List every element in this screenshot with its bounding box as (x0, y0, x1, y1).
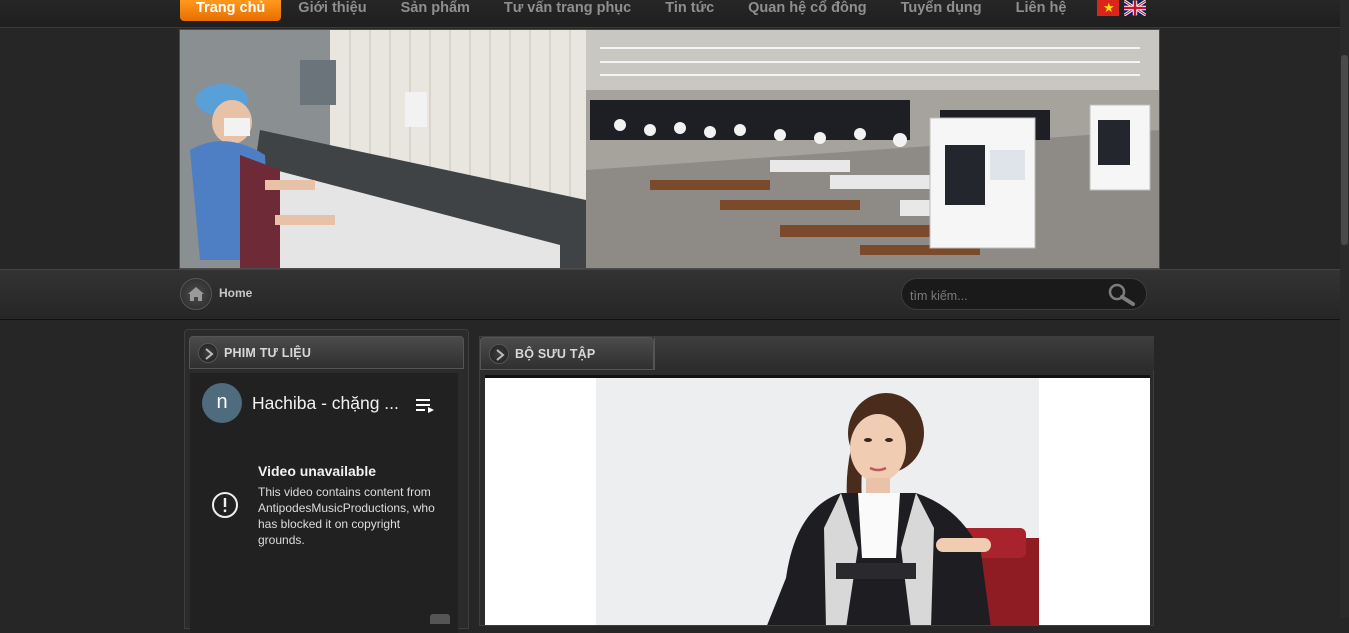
vn-flag-icon[interactable]: ★ (1097, 0, 1119, 16)
factory-banner-image (180, 30, 1159, 268)
language-switcher: ★ (1097, 0, 1146, 16)
home-icon (188, 287, 204, 301)
search-icon[interactable] (1105, 282, 1137, 311)
channel-avatar[interactable]: n (202, 383, 242, 423)
uk-flag-icon[interactable] (1124, 0, 1146, 16)
embedded-video[interactable]: n Hachiba - chặng ... Video unavailable … (190, 373, 458, 633)
search-input[interactable] (908, 285, 1102, 307)
alert-circle-icon (211, 491, 239, 524)
menu-item-careers[interactable]: Tuyển dụng (884, 0, 999, 21)
collection-panel-title: BỘ SƯU TẬP (515, 347, 596, 361)
collection-panel-tab-strip (654, 337, 1154, 370)
top-navigation: Trang chủ Giới thiệu Sản phẩm Tư vấn tra… (0, 0, 1349, 28)
collection-panel-header: BỘ SƯU TẬP (480, 337, 654, 370)
menu-item-fashion-advice[interactable]: Tư vấn trang phục (487, 0, 648, 21)
menu-item-contact[interactable]: Liên hệ (999, 0, 1084, 21)
collection-panel: BỘ SƯU TẬP (479, 336, 1154, 626)
search-box (901, 278, 1147, 310)
video-title[interactable]: Hachiba - chặng ... (252, 393, 399, 414)
video-unavailable-message: This video contains content from Antipod… (258, 485, 435, 547)
menu-item-products[interactable]: Sản phẩm (384, 0, 487, 21)
menu-item-investor-relations[interactable]: Quan hệ cổ đông (731, 0, 883, 21)
video-unavailable-title: Video unavailable (258, 463, 377, 479)
factory-banner (179, 29, 1160, 269)
breadcrumb-bar: Home (0, 269, 1349, 320)
home-button[interactable] (180, 278, 212, 310)
collection-gallery[interactable] (485, 375, 1150, 625)
playlist-icon[interactable] (416, 397, 436, 420)
menu-item-news[interactable]: Tin tức (648, 0, 731, 21)
chevron-right-icon (198, 343, 218, 363)
breadcrumb-home-link[interactable]: Home (219, 286, 252, 300)
documentary-panel-title: PHIM TƯ LIỆU (224, 346, 312, 360)
documentary-panel-header: PHIM TƯ LIỆU (189, 336, 464, 369)
chevron-right-icon (489, 344, 509, 364)
collection-model-photo[interactable] (596, 378, 1039, 625)
main-menu: Trang chủ Giới thiệu Sản phẩm Tư vấn tra… (180, 0, 1083, 21)
menu-item-home[interactable]: Trang chủ (180, 0, 282, 21)
page-scrollbar[interactable] (1340, 0, 1349, 618)
page-scrollbar-thumb[interactable] (1341, 55, 1348, 245)
video-control-nub[interactable] (430, 614, 450, 624)
menu-item-about[interactable]: Giới thiệu (281, 0, 383, 21)
documentary-panel: PHIM TƯ LIỆU n Hachiba - chặng ... Video… (184, 329, 469, 633)
